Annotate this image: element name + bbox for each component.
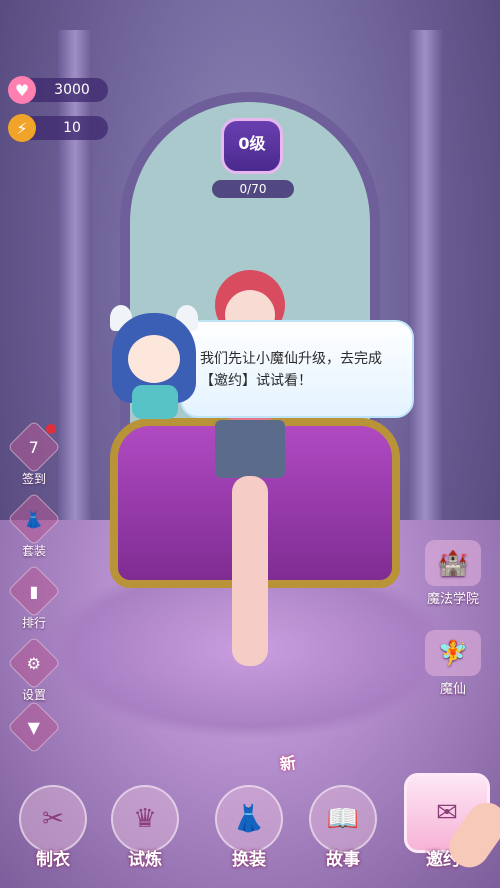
trial-label: 试炼 (128, 850, 162, 870)
level-progress: 0/70 (212, 180, 294, 198)
character-legs (232, 476, 268, 666)
gear-icon: ⚙ (7, 636, 61, 690)
right-pillar (408, 30, 442, 590)
speech-bubble[interactable]: 我们先让小魔仙升级，去完成【邀约】试试看！ (180, 320, 414, 418)
chevron-down-icon: ▼ (7, 700, 61, 754)
guide-face (128, 335, 180, 383)
tailoring-button[interactable]: ✂ 制衣 (14, 785, 92, 870)
left-pillar (58, 30, 92, 590)
guide-dress (132, 385, 178, 419)
checkin-button[interactable]: 7 签到 (7, 420, 61, 486)
outfit-set-label: 套装 (21, 544, 46, 558)
energy-counter[interactable]: ⚡ 10 (8, 114, 108, 142)
bottom-nav: 新 ✂ 制衣 ♛ 试炼 👗 换装 📖 故事 ✉ 邀约 (0, 753, 500, 888)
story-label: 故事 (326, 850, 360, 870)
heart-gem-icon: ♥ (8, 76, 36, 104)
trial-button[interactable]: ♛ 试炼 (106, 785, 184, 870)
checkin-label: 签到 (21, 472, 46, 486)
gem-value: 3000 (54, 82, 90, 98)
ranking-button[interactable]: ▮ 排行 (7, 564, 61, 630)
gem-counter[interactable]: ♥ 3000 (8, 76, 108, 104)
lightning-icon: ⚡ (8, 114, 36, 142)
energy-value: 10 (63, 120, 81, 136)
new-tag: 新 (278, 752, 298, 775)
dress-icon: 👗 (7, 492, 61, 546)
crown-icon: ♛ (111, 785, 179, 853)
book-icon: 📖 (309, 785, 377, 853)
castle-icon: 🏰 (425, 540, 481, 586)
guide-fairy (106, 305, 202, 421)
dialog-text: 我们先让小魔仙升级，去完成【邀约】试试看！ (200, 351, 382, 389)
story-button[interactable]: 📖 故事 (304, 785, 382, 870)
dressup-label: 换装 (232, 850, 266, 870)
collapse-menu-button[interactable]: ▼ (7, 700, 61, 762)
notification-badge (46, 424, 56, 434)
rank-icon: ▮ (7, 564, 61, 618)
magic-academy-button[interactable]: 🏰 魔法学院 (414, 540, 492, 607)
settings-label: 设置 (21, 688, 46, 702)
fairy-label: 魔仙 (439, 682, 466, 697)
outfit-set-button[interactable]: 👗 套装 (7, 492, 61, 558)
tailoring-label: 制衣 (36, 850, 70, 870)
fairy-button[interactable]: 🧚 魔仙 (414, 630, 492, 697)
magic-academy-label: 魔法学院 (426, 592, 479, 607)
dressup-button[interactable]: 👗 换装 (210, 785, 288, 870)
sewing-machine-icon: ✂ (19, 785, 87, 853)
ranking-label: 排行 (21, 616, 46, 630)
character-shorts (215, 420, 285, 478)
level-badge[interactable]: 0级 0/70 (212, 112, 294, 198)
gown-icon: 👗 (215, 785, 283, 853)
level-label: 0级 (221, 118, 283, 174)
fairy-icon: 🧚 (425, 630, 481, 676)
settings-button[interactable]: ⚙ 设置 (7, 636, 61, 702)
